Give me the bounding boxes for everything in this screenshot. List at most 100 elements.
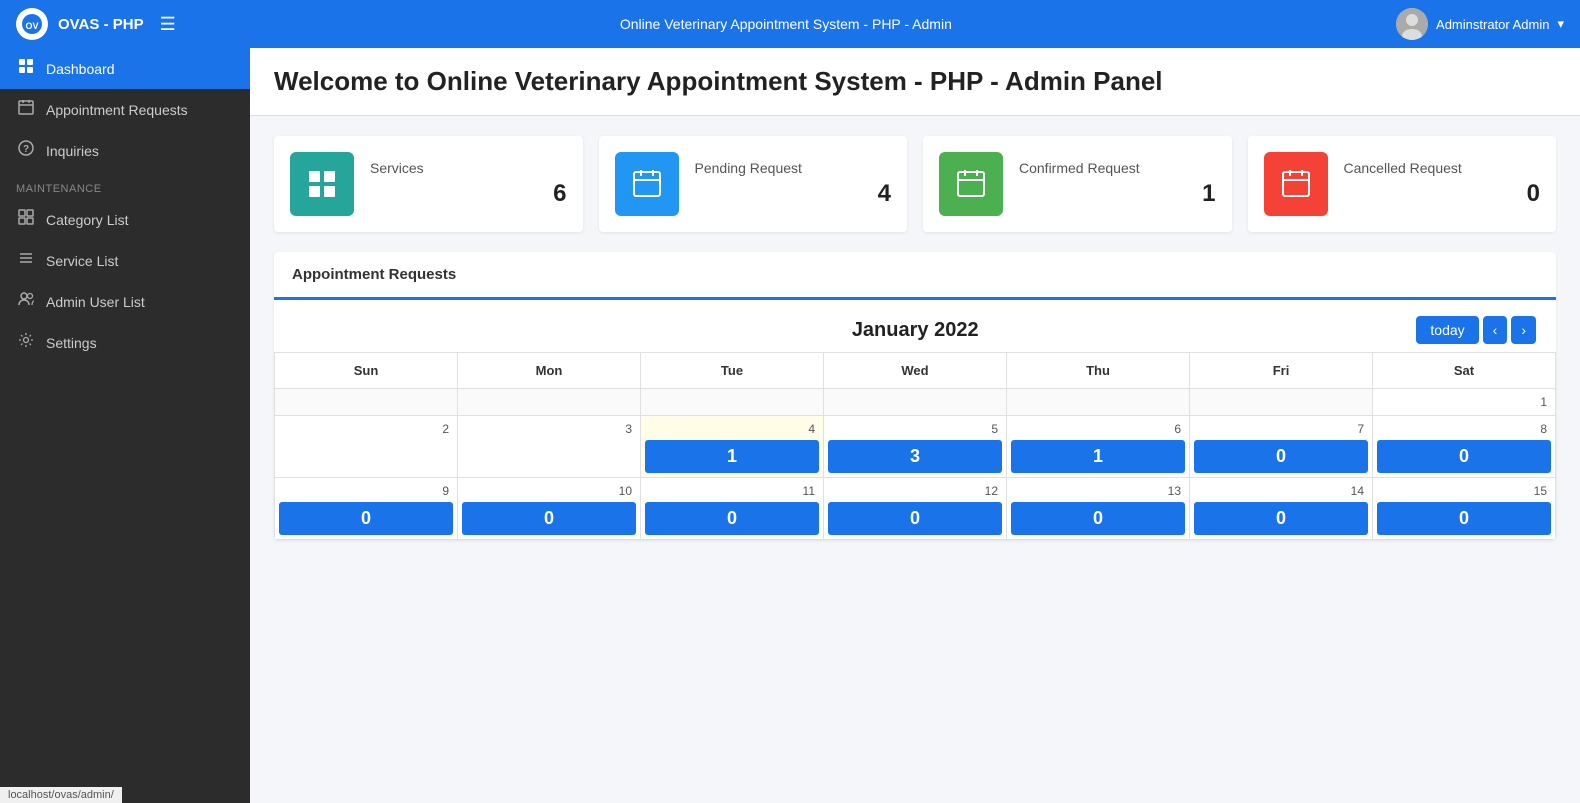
calendar-cell[interactable]: 41	[641, 416, 824, 478]
calendar-cell[interactable]: 53	[824, 416, 1007, 478]
calendar-cell[interactable]: 130	[1007, 478, 1190, 540]
sidebar-item-appointments[interactable]: Appointment Requests	[0, 89, 250, 130]
calendar-cell[interactable]: 90	[275, 478, 458, 540]
calendar-cell[interactable]: 70	[1190, 416, 1373, 478]
user-name: Adminstrator Admin	[1436, 17, 1549, 32]
sidebar-item-dashboard[interactable]: Dashboard	[0, 48, 250, 89]
navbar-brand: OV OVAS - PHP	[16, 8, 144, 40]
sidebar-inquiries-label: Inquiries	[46, 143, 99, 159]
sidebar-item-inquiries[interactable]: ? Inquiries	[0, 130, 250, 171]
today-button[interactable]: today	[1416, 316, 1478, 344]
cancelled-label: Cancelled Request	[1344, 160, 1541, 176]
cal-event-count[interactable]: 0	[1377, 502, 1551, 535]
cal-header-sun: Sun	[275, 353, 458, 389]
stat-services[interactable]: Services 6	[274, 136, 583, 232]
cal-header-sat: Sat	[1373, 353, 1556, 389]
sidebar-item-settings[interactable]: Settings	[0, 322, 250, 363]
cal-header-mon: Mon	[458, 353, 641, 389]
stat-cancelled[interactable]: Cancelled Request 0	[1248, 136, 1557, 232]
stat-pending[interactable]: Pending Request 4	[599, 136, 908, 232]
cal-day-number: 5	[828, 420, 1002, 438]
settings-icon	[16, 332, 36, 353]
cancelled-value: 0	[1344, 180, 1541, 208]
calendar-cell	[1007, 389, 1190, 416]
cal-day-number: 7	[1194, 420, 1368, 438]
cal-header-fri: Fri	[1190, 353, 1373, 389]
calendar-cell[interactable]: 110	[641, 478, 824, 540]
next-button[interactable]: ›	[1511, 316, 1536, 344]
sidebar: Dashboard Appointment Requests ? Inquiri…	[0, 48, 250, 803]
navbar-user[interactable]: Adminstrator Admin ▾	[1396, 8, 1564, 40]
cal-event-count[interactable]: 0	[1194, 502, 1368, 535]
hamburger-icon[interactable]: ☰	[160, 14, 176, 35]
cal-event-count[interactable]: 0	[1194, 440, 1368, 473]
cal-day-number: 15	[1377, 482, 1551, 500]
list-icon	[16, 250, 36, 271]
stats-grid: Services 6 Pending Request 4 Confirm	[250, 116, 1580, 252]
services-info: Services 6	[370, 160, 567, 208]
navbar: OV OVAS - PHP ☰ Online Veterinary Appoin…	[0, 0, 1580, 48]
cal-header-tue: Tue	[641, 353, 824, 389]
cal-day-number: 12	[828, 482, 1002, 500]
cal-event-count[interactable]: 0	[645, 502, 819, 535]
maintenance-section-label: Maintenance	[0, 171, 250, 199]
confirmed-icon	[939, 152, 1003, 216]
cal-event-count[interactable]: 0	[1377, 440, 1551, 473]
calendar-cell[interactable]: 80	[1373, 416, 1556, 478]
cal-event-count[interactable]: 0	[828, 502, 1002, 535]
cal-event-count[interactable]: 3	[828, 440, 1002, 473]
sidebar-item-service-list[interactable]: Service List	[0, 240, 250, 281]
dashboard-icon	[16, 58, 36, 79]
calendar-cell: 3	[458, 416, 641, 478]
cal-event-count[interactable]: 0	[462, 502, 636, 535]
dropdown-icon: ▾	[1557, 16, 1564, 32]
svg-text:OV: OV	[25, 21, 38, 31]
calendar-cell[interactable]: 100	[458, 478, 641, 540]
calendar-icon	[16, 99, 36, 120]
calendar-cell[interactable]: 61	[1007, 416, 1190, 478]
calendar-section-header: Appointment Requests	[274, 252, 1556, 300]
cal-day-number: 9	[279, 482, 453, 500]
sidebar-item-category-list[interactable]: Category List	[0, 199, 250, 240]
users-icon	[16, 291, 36, 312]
navbar-title: Online Veterinary Appointment System - P…	[192, 16, 1380, 32]
page-title: Welcome to Online Veterinary Appointment…	[274, 66, 1556, 97]
main-content: Welcome to Online Veterinary Appointment…	[250, 48, 1580, 803]
confirmed-label: Confirmed Request	[1019, 160, 1216, 176]
cal-day-number: 14	[1194, 482, 1368, 500]
calendar-cell[interactable]: 140	[1190, 478, 1373, 540]
sidebar-dashboard-label: Dashboard	[46, 61, 115, 77]
pending-icon	[615, 152, 679, 216]
cal-day-number: 3	[462, 420, 636, 438]
calendar-cell	[641, 389, 824, 416]
confirmed-info: Confirmed Request 1	[1019, 160, 1216, 208]
pending-label: Pending Request	[695, 160, 892, 176]
stat-confirmed[interactable]: Confirmed Request 1	[923, 136, 1232, 232]
cal-day-number: 6	[1011, 420, 1185, 438]
cancelled-info: Cancelled Request 0	[1344, 160, 1541, 208]
cal-event-count[interactable]: 0	[1011, 502, 1185, 535]
cancelled-icon	[1264, 152, 1328, 216]
sidebar-category-label: Category List	[46, 212, 128, 228]
page-header: Welcome to Online Veterinary Appointment…	[250, 48, 1580, 116]
pending-info: Pending Request 4	[695, 160, 892, 208]
cal-event-count[interactable]: 1	[645, 440, 819, 473]
services-value: 6	[370, 180, 567, 208]
calendar-table: Sun Mon Tue Wed Thu Fri Sat 123415361708…	[274, 352, 1556, 540]
calendar-cell[interactable]: 120	[824, 478, 1007, 540]
confirmed-value: 1	[1019, 180, 1216, 208]
prev-button[interactable]: ‹	[1483, 316, 1508, 344]
cal-day-number: 11	[645, 482, 819, 500]
cal-day-number: 1	[1377, 393, 1551, 411]
cal-day-number: 10	[462, 482, 636, 500]
cal-event-count[interactable]: 0	[279, 502, 453, 535]
grid-icon	[16, 209, 36, 230]
navbar-logo: OV	[16, 8, 48, 40]
calendar-cell[interactable]: 150	[1373, 478, 1556, 540]
sidebar-item-admin-user-list[interactable]: Admin User List	[0, 281, 250, 322]
status-bar: localhost/ovas/admin/	[0, 787, 122, 803]
cal-event-count[interactable]: 1	[1011, 440, 1185, 473]
brand-label: OVAS - PHP	[58, 16, 144, 33]
calendar-cell	[458, 389, 641, 416]
calendar-cell	[824, 389, 1007, 416]
